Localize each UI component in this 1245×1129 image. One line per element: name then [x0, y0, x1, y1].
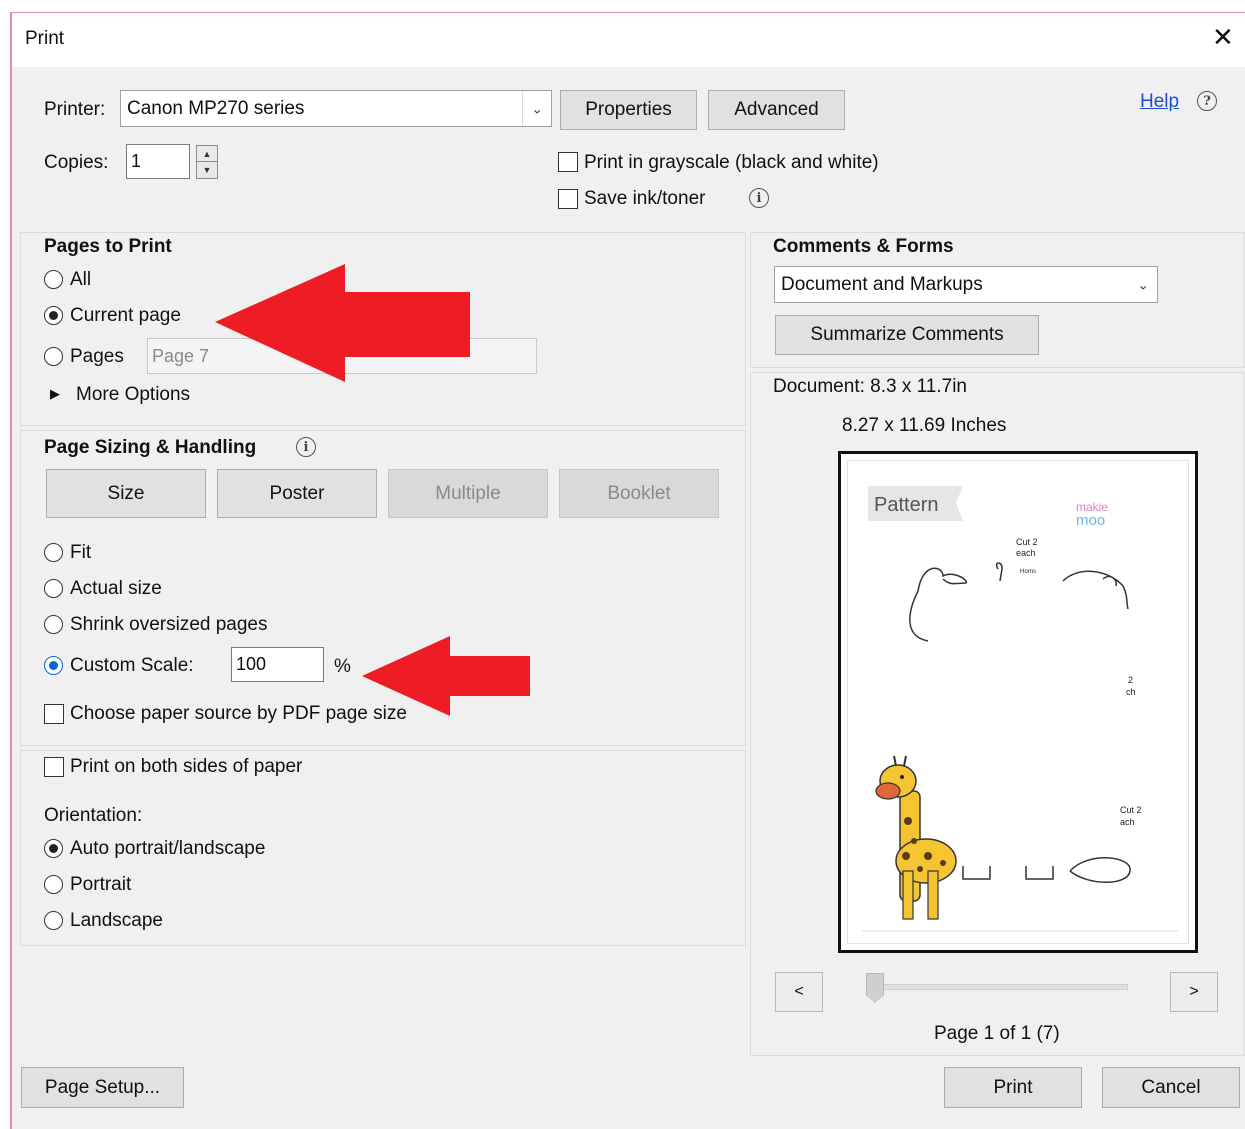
printer-label: Printer:: [44, 99, 106, 120]
paper-source-checkbox[interactable]: [44, 704, 64, 724]
preview-illustration: Pattern makie moo Cut 2 each Horns 2 ch …: [862, 486, 1178, 932]
custom-scale-radio[interactable]: [44, 656, 63, 675]
grayscale-checkbox[interactable]: [558, 152, 578, 172]
percent-label: %: [334, 656, 351, 677]
portrait-radio[interactable]: [44, 875, 63, 894]
page-setup-button[interactable]: Page Setup...: [21, 1067, 184, 1108]
prev-page-button[interactable]: <: [775, 972, 823, 1012]
page-slider-track[interactable]: [874, 984, 1128, 990]
pages-range-radio[interactable]: [44, 347, 63, 366]
orientation-title: Orientation:: [44, 805, 143, 826]
cut-label-2: each: [1016, 548, 1036, 558]
stepper-down-icon[interactable]: ▼: [197, 162, 217, 178]
pages-range-placeholder: Page 7: [152, 345, 210, 366]
paper-size-label: 8.27 x 11.69 Inches: [842, 415, 1007, 436]
fit-radio[interactable]: [44, 543, 63, 562]
help-question-icon[interactable]: ?: [1197, 91, 1217, 111]
copies-input[interactable]: 1: [126, 144, 190, 179]
landscape-label: Landscape: [70, 910, 163, 931]
info-icon[interactable]: i: [749, 188, 769, 208]
pattern-heading: Pattern: [874, 494, 938, 516]
printer-select[interactable]: Canon MP270 series ⌄: [120, 90, 552, 127]
dialog-title: Print: [25, 28, 65, 49]
title-bar: [12, 13, 1245, 67]
preview-page: Pattern makie moo Cut 2 each Horns 2 ch …: [847, 460, 1189, 944]
cancel-button[interactable]: Cancel: [1102, 1067, 1240, 1108]
save-ink-label: Save ink/toner: [584, 188, 706, 209]
page-status: Page 1 of 1 (7): [934, 1023, 1060, 1044]
summarize-comments-button[interactable]: Summarize Comments: [775, 315, 1039, 355]
comments-forms-select-value: Document and Markups: [781, 273, 983, 295]
all-pages-radio[interactable]: [44, 270, 63, 289]
advanced-button[interactable]: Advanced: [708, 90, 845, 130]
annotation-arrow-left: [362, 636, 530, 716]
side-label-2: ch: [1126, 687, 1136, 697]
printer-select-value: Canon MP270 series: [127, 97, 305, 119]
properties-button[interactable]: Properties: [560, 90, 697, 130]
duplex-label: Print on both sides of paper: [70, 756, 303, 777]
copies-stepper[interactable]: ▲ ▼: [196, 145, 218, 179]
copies-value: 1: [131, 151, 142, 171]
paper-source-label: Choose paper source by PDF page size: [70, 703, 407, 724]
chevron-down-icon: ⌄: [1137, 276, 1149, 292]
animal-ear-outline: [1062, 570, 1129, 610]
document-size-label: Document: 8.3 x 11.7in: [773, 376, 967, 397]
duplex-checkbox[interactable]: [44, 757, 64, 777]
giraffe-illustration: [875, 755, 957, 920]
tab-size[interactable]: Size: [46, 469, 206, 518]
page-sizing-title: Page Sizing & Handling: [44, 437, 257, 458]
fit-label: Fit: [70, 542, 92, 563]
print-button[interactable]: Print: [944, 1067, 1082, 1108]
pages-to-print-title: Pages to Print: [44, 236, 172, 257]
pages-range-label: Pages: [70, 346, 124, 367]
makie-logo-bottom: moo: [1076, 512, 1105, 529]
actual-size-label: Actual size: [70, 578, 162, 599]
custom-scale-value: 100: [236, 654, 267, 674]
info-icon[interactable]: i: [296, 437, 316, 457]
more-options-label[interactable]: More Options: [76, 384, 190, 406]
triangle-right-icon[interactable]: ▶: [50, 386, 60, 402]
horns-label: Horns: [1020, 569, 1036, 575]
actual-size-radio[interactable]: [44, 579, 63, 598]
close-icon[interactable]: ✕: [1212, 24, 1234, 50]
all-pages-label: All: [70, 269, 92, 290]
next-page-button[interactable]: >: [1170, 972, 1218, 1012]
custom-scale-input[interactable]: 100: [231, 647, 324, 682]
select-separator: [522, 91, 523, 126]
current-page-radio[interactable]: [44, 306, 63, 325]
portrait-label: Portrait: [70, 874, 132, 895]
leg-outlines: [962, 857, 1131, 883]
grayscale-label: Print in grayscale (black and white): [584, 152, 879, 173]
landscape-radio[interactable]: [44, 911, 63, 930]
print-preview: Pattern makie moo Cut 2 each Horns 2 ch …: [838, 451, 1198, 953]
auto-orientation-radio[interactable]: [44, 839, 63, 858]
shrink-label: Shrink oversized pages: [70, 614, 268, 635]
stepper-up-icon[interactable]: ▲: [197, 146, 217, 162]
tab-poster[interactable]: Poster: [217, 469, 377, 518]
side-label-4: ach: [1120, 817, 1135, 827]
help-link[interactable]: Help: [1140, 91, 1179, 113]
comments-forms-title: Comments & Forms: [773, 236, 954, 257]
cut-label-1: Cut 2: [1016, 537, 1038, 547]
save-ink-checkbox[interactable]: [558, 189, 578, 209]
annotation-arrow-left: [215, 264, 470, 382]
side-label-1: 2: [1128, 675, 1133, 685]
auto-orientation-label: Auto portrait/landscape: [70, 838, 266, 859]
tab-multiple[interactable]: Multiple: [388, 469, 548, 518]
shrink-radio[interactable]: [44, 615, 63, 634]
copies-label: Copies:: [44, 152, 109, 173]
comments-forms-select[interactable]: Document and Markups ⌄: [774, 266, 1158, 303]
current-page-label: Current page: [70, 305, 181, 326]
chevron-down-icon: ⌄: [531, 100, 543, 116]
custom-scale-label: Custom Scale:: [70, 655, 194, 676]
animal-head-outline: [909, 567, 967, 642]
side-label-3: Cut 2: [1120, 805, 1142, 815]
tab-booklet[interactable]: Booklet: [559, 469, 719, 518]
horn-outline: [995, 562, 1003, 582]
